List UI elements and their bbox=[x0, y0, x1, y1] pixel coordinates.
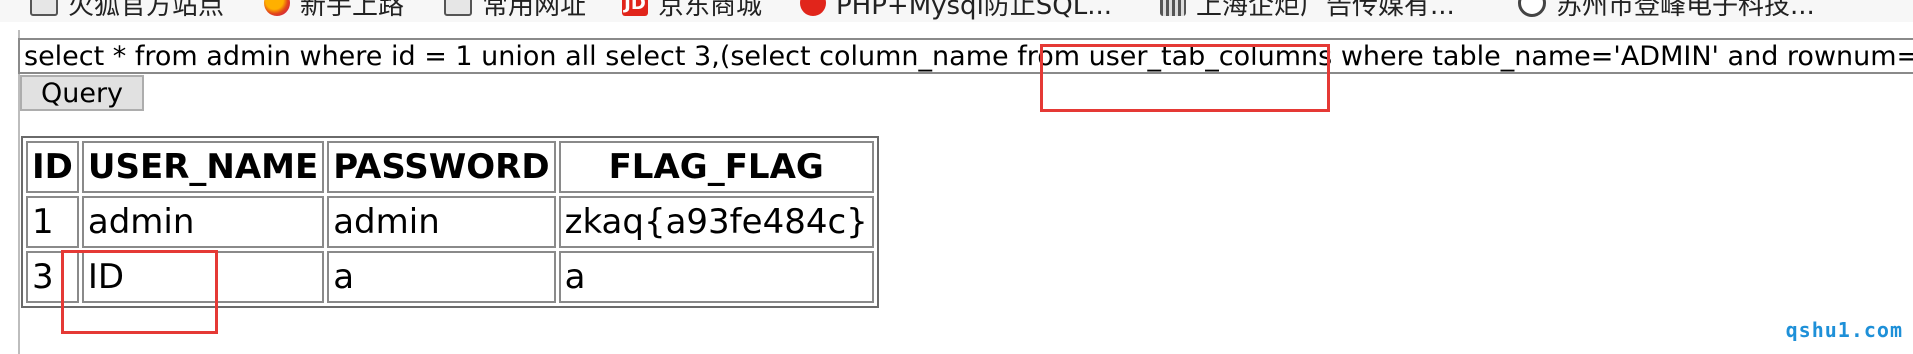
bookmark-label: 新手上路 bbox=[300, 0, 405, 21]
firefox-icon bbox=[264, 0, 290, 16]
bookmark-label: 苏州市登峰电子科技... bbox=[1556, 0, 1815, 21]
folder-icon bbox=[444, 0, 472, 16]
cell-flag: a bbox=[558, 251, 874, 303]
bookmark-item[interactable]: 火狐官方站点 bbox=[30, 0, 225, 21]
cell-user-name: ID bbox=[81, 251, 325, 303]
cell-id: 1 bbox=[26, 196, 79, 248]
cell-id: 3 bbox=[26, 251, 79, 303]
query-button[interactable]: Query bbox=[20, 75, 144, 111]
column-header-id: ID bbox=[26, 141, 79, 193]
bookmark-label: 京东商城 bbox=[658, 0, 763, 21]
barcode-icon bbox=[1160, 0, 1186, 16]
column-header-password: PASSWORD bbox=[327, 141, 556, 193]
bookmark-label: 常用网址 bbox=[482, 0, 587, 21]
bookmark-item[interactable]: 苏州市登峰电子科技... bbox=[1518, 0, 1815, 21]
bookmark-label: 火狐官方站点 bbox=[68, 0, 225, 21]
bookmark-item[interactable]: PHP+Mysql防止SQL... bbox=[800, 0, 1113, 21]
globe-icon bbox=[1518, 0, 1546, 17]
sql-query-input[interactable] bbox=[18, 38, 1913, 74]
cell-password: a bbox=[327, 251, 556, 303]
bookmark-item[interactable]: 上海企炬广告传媒有... bbox=[1160, 0, 1455, 21]
red-circle-icon bbox=[800, 0, 826, 16]
cell-flag: zkaq{a93fe484c} bbox=[558, 196, 874, 248]
table-row: 1 admin admin zkaq{a93fe484c} bbox=[26, 196, 874, 248]
cell-user-name: admin bbox=[81, 196, 325, 248]
bookmarks-toolbar: 火狐官方站点 新手上路 常用网址 JD 京东商城 PHP+Mysql防止SQL.… bbox=[0, 0, 1913, 22]
column-header-user-name: USER_NAME bbox=[81, 141, 325, 193]
jd-icon: JD bbox=[622, 0, 648, 16]
bookmark-label: PHP+Mysql防止SQL... bbox=[836, 0, 1113, 21]
watermark: qshu1.com bbox=[1785, 318, 1903, 342]
table-row: 3 ID a a bbox=[26, 251, 874, 303]
bookmark-item[interactable]: 新手上路 bbox=[264, 0, 405, 21]
bookmark-label: 上海企炬广告传媒有... bbox=[1196, 0, 1455, 21]
folder-icon bbox=[30, 0, 58, 16]
cell-password: admin bbox=[327, 196, 556, 248]
column-header-flag: FLAG_FLAG bbox=[558, 141, 874, 193]
results-table: ID USER_NAME PASSWORD FLAG_FLAG 1 admin … bbox=[21, 136, 879, 308]
bookmark-item[interactable]: 常用网址 bbox=[444, 0, 587, 21]
table-header-row: ID USER_NAME PASSWORD FLAG_FLAG bbox=[26, 141, 874, 193]
bookmark-item[interactable]: JD 京东商城 bbox=[622, 0, 763, 21]
